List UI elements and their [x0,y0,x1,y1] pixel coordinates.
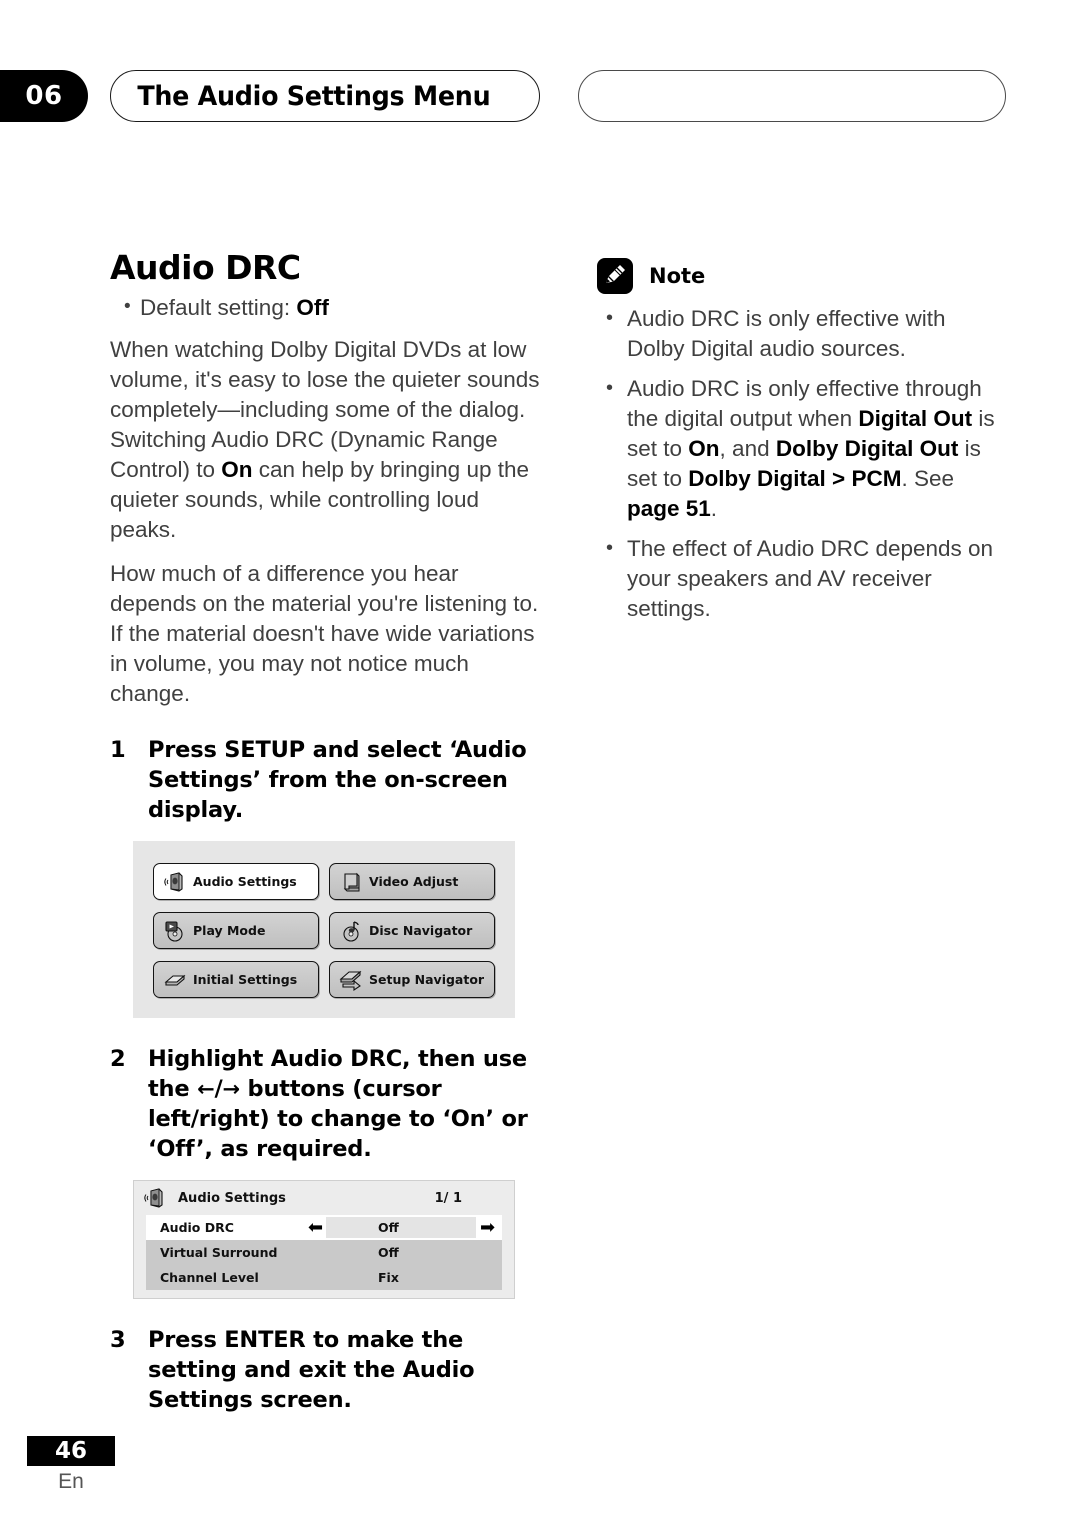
osd-button-label: Play Mode [193,923,266,938]
note-bullet-2-text: , and [719,436,776,461]
osd-home-menu: Audio Settings Video Adjust Play Mode Di… [133,841,515,1018]
disc-note-icon [338,918,364,944]
note-bullet-2-text: . See [901,466,954,491]
note-bullet-2-on: On [688,436,720,461]
header-pill-empty [578,70,1006,122]
paragraph-1-emphasis-on: On [221,457,253,482]
osd-button-disc-navigator[interactable]: Disc Navigator [329,912,495,949]
osd-button-label: Initial Settings [193,972,298,987]
note-bullet-3-text: The effect of Audio DRC depends on your … [627,536,994,621]
page-title: Audio DRC [110,248,301,287]
cursor-left-icon: ← [197,1077,215,1101]
speaker-icon [162,869,188,895]
osd-button-label: Video Adjust [369,874,459,889]
step-2: 2 Highlight Audio DRC, then use the ←/→ … [110,1044,550,1164]
osd-page-indicator: 1/ 1 [434,1190,462,1206]
page-footer: 46 En [27,1436,115,1494]
arrow-left-icon[interactable]: ⬅ [308,1219,323,1237]
osd-button-setup-navigator[interactable]: Setup Navigator [329,961,495,998]
step-1-text: Press SETUP and select ‘Audio Settings’ … [148,737,527,823]
chapter-title: The Audio Settings Menu [137,80,491,112]
osd-value-box [326,1217,476,1238]
chapter-title-pill: The Audio Settings Menu [110,70,540,122]
setup-arrow-icon [338,967,364,993]
osd-row-channel-level[interactable]: Channel Level Fix [146,1265,502,1290]
osd-button-label: Disc Navigator [369,923,473,938]
step-1: 1 Press SETUP and select ‘Audio Settings… [110,735,550,825]
step-2-number: 2 [110,1046,126,1072]
note-label: Note [649,264,706,288]
step-1-number: 1 [110,737,126,763]
step-3-number: 3 [110,1327,126,1353]
osd-audio-settings-panel: Audio Settings 1/ 1 Audio DRC ⬅ Off ➡ Vi… [133,1180,515,1299]
pencil-icon [597,258,633,294]
note-bullet-2-dolby-digital-pcm: Dolby Digital > PCM [688,466,902,491]
osd-panel-title: Audio Settings [178,1190,286,1206]
arrow-separator: / [214,1076,223,1102]
osd-button-label: Audio Settings [193,874,297,889]
left-column: Audio DRC Default setting: Off When watc… [110,248,550,1431]
note-bullet-1-text: Audio DRC is only effective with Dolby D… [627,306,946,361]
play-disc-icon [162,918,188,944]
note-bullet-list: Audio DRC is only effective with Dolby D… [597,303,1009,624]
osd-row-value: Off [378,1245,399,1260]
note-bullet-2-digital-out: Digital Out [858,406,973,431]
paragraph-2: How much of a difference you hear depend… [110,561,539,706]
osd-audio-settings-header: Audio Settings 1/ 1 [134,1181,514,1215]
default-setting-label: Default setting: [140,295,297,320]
note-bullet-2-page-ref: page 51 [627,496,711,521]
step-2-text: Highlight Audio DRC, then use the ←/→ bu… [148,1044,550,1164]
osd-row-label: Channel Level [160,1270,259,1285]
osd-button-video-adjust[interactable]: Video Adjust [329,863,495,900]
monitor-icon [338,869,364,895]
disc-slab-icon [162,967,188,993]
note-bullet-3: The effect of Audio DRC depends on your … [597,533,1009,624]
chapter-number-badge: 06 [0,70,88,122]
speaker-icon [142,1185,168,1211]
step-3: 3 Press ENTER to make the setting and ex… [110,1325,550,1415]
page-language: En [58,1470,84,1493]
note-bullet-2-dolby-digital-out: Dolby Digital Out [775,436,959,461]
default-setting-value: Off [296,295,329,320]
note-bullet-1: Audio DRC is only effective with Dolby D… [597,303,1009,364]
right-column: Note Audio DRC is only effective with Do… [597,258,1009,638]
osd-row-label: Virtual Surround [160,1245,278,1260]
arrow-right-icon[interactable]: ➡ [480,1219,495,1237]
osd-row-audio-drc[interactable]: Audio DRC ⬅ Off ➡ [146,1215,502,1240]
osd-button-audio-settings[interactable]: Audio Settings [153,863,319,900]
default-setting-line: Default setting: Off [110,292,550,323]
osd-settings-rows: Audio DRC ⬅ Off ➡ Virtual Surround Off C… [146,1215,502,1290]
page-header: 06 The Audio Settings Menu [0,70,1080,122]
osd-button-label: Setup Navigator [369,972,485,987]
osd-row-virtual-surround[interactable]: Virtual Surround Off [146,1240,502,1265]
osd-row-label: Audio DRC [160,1220,234,1235]
step-3-text: Press ENTER to make the setting and exit… [148,1327,475,1413]
osd-button-play-mode[interactable]: Play Mode [153,912,319,949]
osd-home-menu-grid: Audio Settings Video Adjust Play Mode Di… [153,863,495,998]
paragraph-1: When watching Dolby Digital DVDs at low … [110,335,550,545]
note-bullet-2-text: . [710,496,718,521]
page-number: 46 [27,1436,115,1466]
note-header: Note [597,258,1009,294]
osd-row-value: Fix [378,1270,399,1285]
osd-button-initial-settings[interactable]: Initial Settings [153,961,319,998]
cursor-right-icon: → [222,1077,241,1101]
osd-row-value: Off [378,1220,399,1235]
note-bullet-2: Audio DRC is only effective through the … [597,373,1009,524]
